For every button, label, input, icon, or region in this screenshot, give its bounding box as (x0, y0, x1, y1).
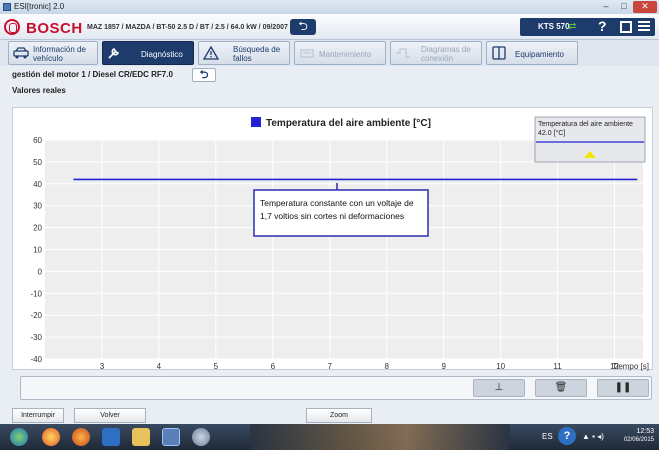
x-tick-label: 11 (553, 362, 562, 371)
y-tick-label: -30 (30, 333, 42, 342)
x-tick-label: 10 (496, 362, 505, 371)
equipment-icon (492, 46, 506, 60)
zoom-fit-button[interactable]: ⊥ (473, 379, 525, 397)
menu-button[interactable] (638, 21, 650, 33)
window-controls: – □ ✕ (597, 1, 657, 13)
footer-bar: Interrumpir Volver Zoom (0, 406, 659, 424)
temperature-chart: 6050403020100-10-20-30-40 3 4 5 6 7 8 9 10 11 12 … (30, 116, 649, 371)
connection-status-icon: ⇄ (568, 21, 577, 32)
axis-fit-icon: ⊥ (494, 382, 504, 393)
x-tick-label: 6 (271, 362, 276, 371)
tab-label: Búsqueda de fallos (233, 45, 281, 63)
x-tick-label: 8 (384, 362, 389, 371)
print-button[interactable] (620, 21, 632, 33)
esitronic-taskbar-icon[interactable] (162, 428, 180, 446)
x-tick-label: 4 (157, 362, 162, 371)
header-back-button[interactable]: ⮌ (290, 19, 316, 35)
x-tick-label: 7 (328, 362, 333, 371)
x-axis-label: Tiempo [s] (612, 362, 649, 371)
tab-vehicle-info[interactable]: Información de vehículo (8, 41, 98, 65)
live-readout: Temperatura del aire ambiente 42.0 [°C] (534, 116, 646, 163)
breadcrumb: gestión del motor 1 / Diesel CR/EDC RF7.… (12, 70, 173, 79)
firefox-icon[interactable] (72, 428, 90, 446)
language-indicator[interactable]: ES (542, 432, 553, 441)
tray-icons[interactable]: ▲ ▪ ◂) (582, 432, 604, 441)
window-titlebar: ESI[tronic] 2.0 – □ ✕ (0, 0, 659, 14)
y-tick-label: -10 (30, 289, 42, 298)
y-tick-label: 0 (38, 267, 43, 276)
legend-swatch (251, 117, 261, 127)
chrome-icon[interactable] (42, 428, 60, 446)
main-nav-tabs: Información de vehículo Diagnóstico Búsq… (0, 40, 659, 66)
breadcrumb-back-button[interactable]: ⮌ (192, 68, 216, 82)
back-button[interactable]: Volver (74, 408, 146, 423)
tab-equipment[interactable]: Equipamiento (486, 41, 578, 65)
help-button[interactable]: ? (598, 18, 607, 34)
device-label: KTS 570 (538, 22, 570, 31)
windows-taskbar: ES ? ▲ ▪ ◂) 12:53 02/06/2015 (0, 424, 659, 450)
trash-icon: 🗑 (554, 382, 568, 393)
x-tick-label: 5 (214, 362, 219, 371)
readout-label: Temperatura del aire ambiente (538, 121, 633, 128)
clock-time: 12:53 (636, 428, 654, 435)
file-explorer-icon[interactable] (132, 428, 150, 446)
app-icon (3, 3, 11, 11)
help-tray-icon[interactable]: ? (558, 427, 576, 445)
brand-name: BOSCH (26, 20, 83, 37)
app-pinned-icon[interactable] (102, 428, 120, 446)
y-tick-label: 20 (33, 224, 42, 233)
diagnosis-icon (108, 47, 120, 59)
close-icon[interactable]: ✕ (633, 1, 657, 13)
car-info-icon (13, 47, 29, 59)
clock-date: 02/06/2015 (623, 437, 654, 443)
x-tick-label: 3 (100, 362, 105, 371)
tab-label: Mantenimiento (319, 50, 372, 59)
warning-triangle-icon (203, 46, 219, 60)
tab-label: Equipamiento (515, 50, 564, 59)
interrupt-button[interactable]: Interrumpir (12, 408, 64, 423)
y-tick-label: -40 (30, 355, 42, 364)
section-title: Valores reales (12, 86, 66, 95)
tab-diagnosis[interactable]: Diagnóstico (102, 41, 194, 65)
tab-maintenance[interactable]: Mantenimiento (294, 41, 386, 65)
app-header: BOSCH MAZ 1857 / MAZDA / BT-50 2.5 D / B… (0, 14, 659, 40)
taskbar-wallpaper (250, 424, 510, 450)
y-tick-label: 40 (33, 180, 42, 189)
minimize-icon[interactable]: – (597, 1, 615, 13)
y-tick-label: 30 (33, 202, 42, 211)
tab-label: Diagnóstico (141, 50, 183, 59)
app-window: ESI[tronic] 2.0 – □ ✕ BOSCH MAZ 1857 / M… (0, 0, 659, 450)
vehicle-info: MAZ 1857 / MAZDA / BT-50 2.5 D / BT / 2.… (87, 24, 309, 31)
pause-icon: ❚❚ (614, 382, 632, 393)
chart-panel: 60 50 40 30 20 10 0 -10 -20 -30 -40 3 4 5 6 7 8 9 10 11 12 … (12, 107, 653, 371)
y-tick-label: 60 (33, 136, 42, 145)
zoom-button[interactable]: Zoom (306, 408, 372, 423)
pause-button[interactable]: ❚❚ (597, 379, 649, 397)
chart-toolbar: ⊥ 🗑 ❚❚ (20, 376, 652, 400)
clock[interactable]: 12:53 02/06/2015 (620, 428, 654, 444)
x-tick-label: 9 (441, 362, 446, 371)
chart-title: Temperatura del aire ambiente [°C] (266, 118, 431, 129)
tab-fault-finding[interactable]: Búsqueda de fallos (198, 41, 290, 65)
readout-value: 42.0 [°C] (538, 129, 565, 137)
device-panel: KTS 570 ⇄ ? (520, 18, 655, 36)
y-tick-label: -20 (30, 311, 42, 320)
wiring-diagram-icon (396, 48, 410, 58)
annotation: Temperatura constante con un voltaje de … (253, 183, 429, 237)
window-title: ESI[tronic] 2.0 (14, 2, 65, 11)
y-tick-label: 50 (33, 158, 42, 167)
maintenance-icon (300, 49, 314, 58)
start-button[interactable] (10, 428, 28, 446)
tab-label: Información de vehículo (33, 45, 86, 63)
delete-button[interactable]: 🗑 (535, 379, 587, 397)
tab-wiring-diagrams[interactable]: Diagramas de conexión (390, 41, 482, 65)
maximize-icon[interactable]: □ (615, 1, 633, 13)
other-app-icon[interactable] (192, 428, 210, 446)
tab-label: Diagramas de conexión (421, 45, 471, 63)
bosch-logo-icon (4, 19, 20, 35)
y-tick-label: 10 (33, 246, 42, 255)
